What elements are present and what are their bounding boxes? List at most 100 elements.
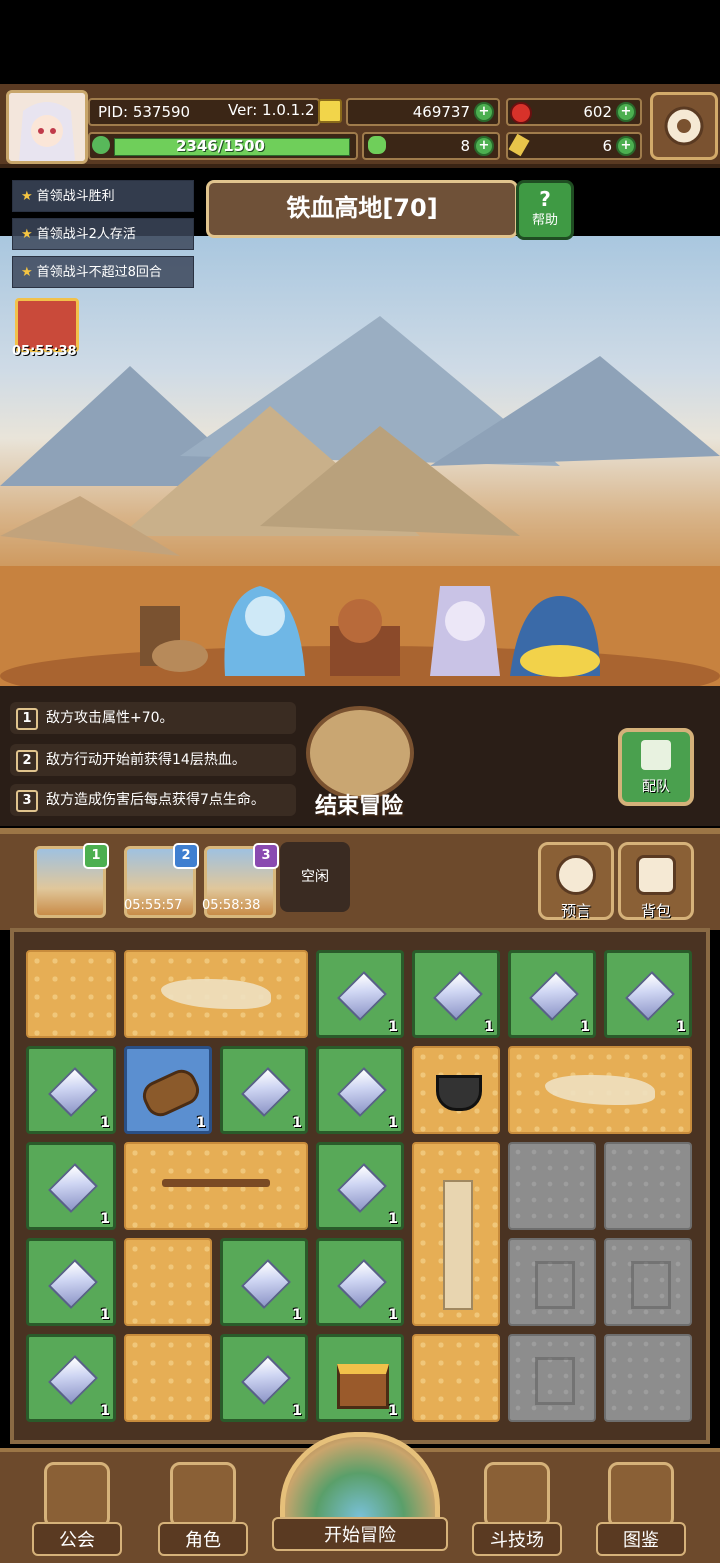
sand-tile[interactable] — [124, 1238, 212, 1326]
pillar-tile[interactable] — [412, 1142, 500, 1326]
party-slot-1[interactable]: 1 — [34, 843, 109, 918]
locked-tile — [508, 1142, 596, 1230]
end-adventure-button[interactable]: 结束冒险 — [306, 706, 414, 819]
ruby-icon — [510, 102, 532, 124]
sand-tile[interactable] — [124, 1334, 212, 1422]
key-value: 6 — [602, 137, 612, 155]
gem-tile[interactable]: 1 — [26, 1334, 116, 1422]
gold-value: 469737 — [412, 103, 470, 121]
fossil-tile[interactable] — [508, 1046, 692, 1134]
item-count: 1 — [388, 1019, 398, 1035]
nav-guild[interactable]: 公会 — [32, 1462, 122, 1556]
gold-bar: 469737 + — [346, 98, 500, 126]
fossil-icon — [545, 1075, 655, 1105]
slot-badge: 2 — [173, 843, 199, 869]
forecast-button[interactable]: 预言 — [538, 842, 614, 920]
nav-character-label: 角色 — [158, 1522, 248, 1556]
crystal-icon — [529, 971, 579, 1021]
crystal-icon — [625, 971, 675, 1021]
rock-silhouette-icon — [535, 1357, 575, 1405]
help-label: 帮助 — [531, 213, 558, 228]
crystal-icon — [48, 1259, 98, 1309]
locked-tile — [604, 1334, 692, 1422]
hp-bar: 2346/1500 — [88, 132, 358, 160]
clover-bar: 8 + — [362, 132, 500, 160]
clover-hp-icon — [92, 136, 110, 154]
note-icon[interactable] — [318, 99, 342, 123]
gem-tile[interactable]: 1 — [220, 1238, 308, 1326]
backpack-icon — [636, 855, 676, 895]
team-label: 配队 — [642, 779, 670, 795]
rule-number: 1 — [16, 708, 38, 730]
player-avatar[interactable] — [6, 90, 88, 164]
add-gem-icon[interactable]: + — [616, 102, 636, 122]
gem-tile[interactable]: 1 — [26, 1142, 116, 1230]
idle-slot[interactable]: 空闲 — [280, 842, 350, 912]
gem-tile[interactable]: 1 — [316, 1142, 404, 1230]
crystal-icon — [241, 1355, 291, 1405]
gem-value: 602 — [583, 103, 612, 121]
nav-start-adventure[interactable]: 开始冒险 — [272, 1432, 448, 1559]
crystal-icon — [337, 1259, 387, 1309]
rule-number: 2 — [16, 750, 38, 772]
add-gold-icon[interactable]: + — [474, 102, 494, 122]
nav-arena[interactable]: 斗技场 — [472, 1462, 562, 1556]
key-icon — [508, 133, 530, 157]
gem-tile[interactable]: 1 — [508, 950, 596, 1038]
gem-tile[interactable]: 1 — [604, 950, 692, 1038]
add-key-icon[interactable]: + — [616, 136, 636, 156]
crystal-icon — [241, 1067, 291, 1117]
crystal-silhouette-icon — [631, 1261, 671, 1309]
team-button[interactable]: 配队 — [618, 728, 694, 806]
settings-button[interactable] — [650, 92, 718, 160]
gem-tile[interactable]: 1 — [316, 950, 404, 1038]
crossed-swords-icon — [484, 1462, 550, 1528]
rule-text: 敌方攻击属性+70。 — [46, 710, 174, 726]
fossil-tile[interactable] — [124, 950, 308, 1038]
rule-text: 敌方造成伤害后每点获得7点生命。 — [46, 792, 265, 808]
crystal-icon — [241, 1259, 291, 1309]
quest-3: ★ 首领战斗不超过8回合 — [12, 256, 194, 288]
stage-title: 铁血高地[70] — [206, 180, 518, 238]
fence-tile[interactable] — [124, 1142, 308, 1230]
treasure-chest-icon — [337, 1364, 389, 1409]
rule-1: 1 敌方攻击属性+70。 — [10, 702, 296, 734]
gem-tile[interactable]: 1 — [220, 1334, 308, 1422]
stone-pillar-icon — [443, 1180, 473, 1310]
clover-value: 8 — [460, 137, 470, 155]
slot-badge: 1 — [83, 843, 109, 869]
avatar-portrait-icon — [9, 93, 85, 161]
quest-2: ★ 首领战斗2人存活 — [12, 218, 194, 250]
star-icon: ★ — [21, 189, 33, 204]
gem-tile[interactable]: 1 — [412, 950, 500, 1038]
nav-arena-label: 斗技场 — [472, 1522, 562, 1556]
item-count: 1 — [292, 1115, 302, 1131]
bag-label: 背包 — [640, 902, 671, 920]
key-bar: 6 + — [506, 132, 642, 160]
gear-icon — [664, 106, 704, 146]
locked-tile — [508, 1334, 596, 1422]
item-count: 1 — [100, 1115, 110, 1131]
item-count: 1 — [100, 1211, 110, 1227]
nav-codex[interactable]: 图鉴 — [596, 1462, 686, 1556]
gem-tile[interactable]: 1 — [316, 1238, 404, 1326]
nav-character[interactable]: 角色 — [158, 1462, 248, 1556]
gem-tile[interactable]: 1 — [26, 1238, 116, 1326]
crystal-icon — [48, 1067, 98, 1117]
chest-tile[interactable]: 1 — [316, 1334, 404, 1422]
sand-tile[interactable] — [26, 950, 116, 1038]
gem-tile[interactable]: 1 — [316, 1046, 404, 1134]
crystal-icon — [48, 1355, 98, 1405]
add-clover-icon[interactable]: + — [474, 136, 494, 156]
help-button[interactable]: ? 帮助 — [516, 180, 574, 240]
gem-tile[interactable]: 1 — [220, 1046, 308, 1134]
cauldron-tile[interactable] — [412, 1046, 500, 1134]
sand-tile[interactable] — [412, 1334, 500, 1422]
quest-1: ★ 首领战斗胜利 — [12, 180, 194, 212]
bag-button[interactable]: 背包 — [618, 842, 694, 920]
locked-tile — [604, 1142, 692, 1230]
gem-tile[interactable]: 1 — [26, 1046, 116, 1134]
pid-label: PID: 537590 — [98, 103, 191, 121]
quest-text: 首领战斗2人存活 — [36, 227, 136, 242]
log-tile[interactable]: 1 — [124, 1046, 212, 1134]
